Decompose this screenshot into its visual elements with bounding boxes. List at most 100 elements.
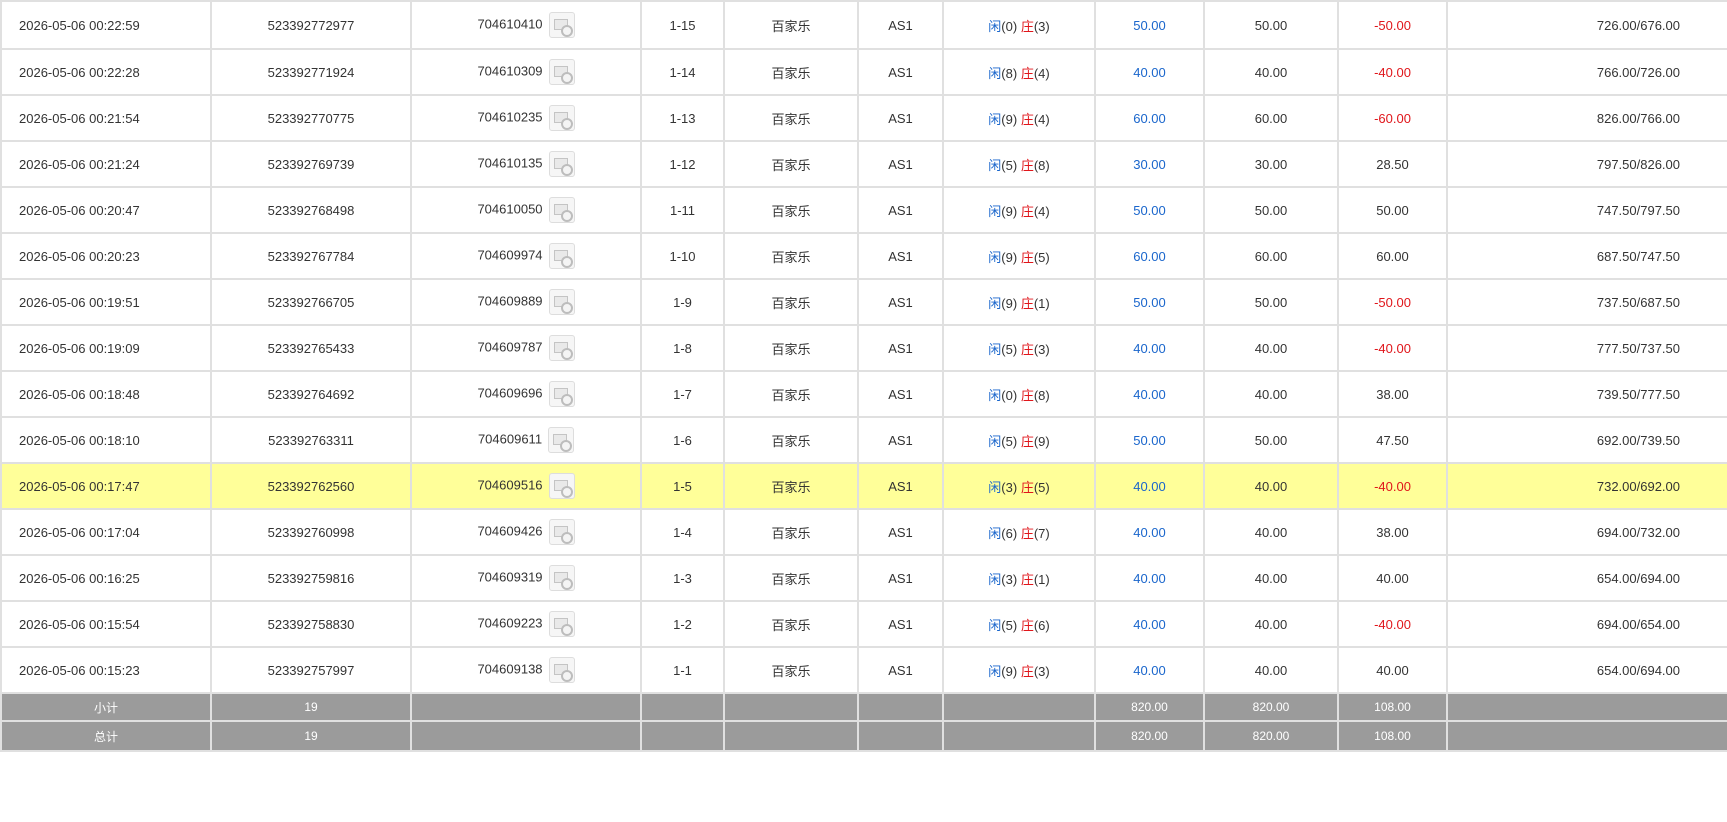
round-id-cell: 704610235 <box>410 94 642 142</box>
round-detail-icon[interactable] <box>548 289 575 315</box>
order-id: 523392764692 <box>267 386 355 402</box>
player-label: 闲 <box>988 571 1002 587</box>
bet-time: 2026-05-06 00:16:25 <box>19 570 140 586</box>
bet-amount: 60.00 <box>1133 248 1166 264</box>
table-row[interactable]: 2026-05-06 00:21:54 523392770775 7046102… <box>0 94 1727 142</box>
game-type: 百家乐 <box>771 249 811 265</box>
valid-bet-cell: 40.00 <box>1203 508 1339 556</box>
table-row[interactable]: 2026-05-06 00:15:23 523392757997 7046091… <box>0 646 1727 694</box>
table-code: AS1 <box>888 386 913 402</box>
order-id-cell: 523392767784 <box>210 232 412 280</box>
bet-amount-cell: 40.00 <box>1094 370 1205 418</box>
round-detail-icon[interactable] <box>548 381 575 407</box>
round-detail-icon[interactable] <box>548 519 575 545</box>
game-type-cell: 百家乐 <box>723 370 859 418</box>
round-id: 704610135 <box>477 155 543 171</box>
round-detail-icon[interactable] <box>548 335 575 361</box>
banker-label: 庄 <box>1020 617 1034 633</box>
table-row[interactable]: 2026-05-06 00:20:47 523392768498 7046100… <box>0 186 1727 234</box>
valid-bet: 40.00 <box>1254 524 1288 540</box>
table-row[interactable]: 2026-05-06 00:22:28 523392771924 7046103… <box>0 48 1727 96</box>
bet-amount-cell: 50.00 <box>1094 278 1205 326</box>
round-id-cell: 704609223 <box>410 600 642 648</box>
round-id: 704609223 <box>477 615 543 631</box>
bet-amount-cell: 50.00 <box>1094 0 1205 50</box>
table-code: AS1 <box>888 110 913 126</box>
win-loss: -60.00 <box>1374 110 1411 126</box>
banker-points: (5) <box>1033 479 1050 495</box>
game-type-cell: 百家乐 <box>723 94 859 142</box>
win-loss-cell: 47.50 <box>1337 416 1448 464</box>
table-row[interactable]: 2026-05-06 00:18:48 523392764692 7046096… <box>0 370 1727 418</box>
valid-bet-cell: 40.00 <box>1203 646 1339 694</box>
round-detail-icon[interactable] <box>548 105 575 131</box>
bet-time-cell: 2026-05-06 00:20:23 <box>0 232 212 280</box>
round-detail-icon[interactable] <box>548 59 575 85</box>
banker-points: (7) <box>1033 525 1050 541</box>
balance-change: 692.00/739.50 <box>1596 432 1680 448</box>
result-cell: 闲(9) 庄(4) <box>942 94 1096 142</box>
win-loss-cell: -50.00 <box>1337 278 1448 326</box>
shoe-round-cell: 1-9 <box>640 278 725 326</box>
round-id: 704610410 <box>477 16 543 32</box>
round-detail-icon[interactable] <box>548 427 575 453</box>
player-label: 闲 <box>988 65 1002 81</box>
order-id: 523392769739 <box>267 156 355 172</box>
round-id: 704609138 <box>477 661 543 677</box>
win-loss-cell: 40.00 <box>1337 646 1448 694</box>
shoe-round-cell: 1-6 <box>640 416 725 464</box>
bet-amount-cell: 50.00 <box>1094 186 1205 234</box>
shoe-round-cell: 1-1 <box>640 646 725 694</box>
bet-time: 2026-05-06 00:21:24 <box>19 156 140 172</box>
valid-bet-cell: 40.00 <box>1203 324 1339 372</box>
player-label: 闲 <box>988 157 1002 173</box>
table-code-cell: AS1 <box>857 140 944 188</box>
round-detail-icon[interactable] <box>548 151 575 177</box>
table-row[interactable]: 2026-05-06 00:19:51 523392766705 7046098… <box>0 278 1727 326</box>
bet-time: 2026-05-06 00:18:48 <box>19 386 140 402</box>
table-row[interactable]: 2026-05-06 00:16:25 523392759816 7046093… <box>0 554 1727 602</box>
game-type: 百家乐 <box>771 617 811 633</box>
balance-cell: 826.00/766.00 <box>1446 94 1727 142</box>
table-row[interactable]: 2026-05-06 00:19:09 523392765433 7046097… <box>0 324 1727 372</box>
result-cell: 闲(5) 庄(6) <box>942 600 1096 648</box>
table-row[interactable]: 2026-05-06 00:21:24 523392769739 7046101… <box>0 140 1727 188</box>
table-row[interactable]: 2026-05-06 00:17:47 523392762560 7046095… <box>0 462 1727 510</box>
table-row[interactable]: 2026-05-06 00:20:23 523392767784 7046099… <box>0 232 1727 280</box>
round-detail-icon[interactable] <box>548 473 575 499</box>
player-label: 闲 <box>988 111 1002 127</box>
round-detail-icon[interactable] <box>548 657 575 683</box>
shoe-round: 1-6 <box>673 432 692 448</box>
balance-change: 687.50/747.50 <box>1596 248 1680 264</box>
shoe-round-cell: 1-11 <box>640 186 725 234</box>
order-id-cell: 523392766705 <box>210 278 412 326</box>
banker-points: (5) <box>1033 249 1050 265</box>
round-detail-icon[interactable] <box>548 12 575 38</box>
total-label: 总计 <box>0 720 212 752</box>
table-row[interactable]: 2026-05-06 00:22:59 523392772977 7046104… <box>0 0 1727 50</box>
valid-bet: 40.00 <box>1254 662 1288 678</box>
game-type-cell: 百家乐 <box>723 416 859 464</box>
win-loss: 38.00 <box>1376 524 1409 540</box>
win-loss: -40.00 <box>1374 616 1411 632</box>
table-row[interactable]: 2026-05-06 00:18:10 523392763311 7046096… <box>0 416 1727 464</box>
round-detail-icon[interactable] <box>548 565 575 591</box>
table-code: AS1 <box>888 248 913 264</box>
banker-points: (4) <box>1033 65 1050 81</box>
table-row[interactable]: 2026-05-06 00:15:54 523392758830 7046092… <box>0 600 1727 648</box>
round-detail-icon[interactable] <box>548 197 575 223</box>
round-detail-icon[interactable] <box>548 611 575 637</box>
table-row[interactable]: 2026-05-06 00:17:04 523392760998 7046094… <box>0 508 1727 556</box>
balance-cell: 692.00/739.50 <box>1446 416 1727 464</box>
result-cell: 闲(0) 庄(3) <box>942 0 1096 50</box>
player-points: (5) <box>1001 433 1018 449</box>
round-id-cell: 704609138 <box>410 646 642 694</box>
player-label: 闲 <box>988 479 1002 495</box>
round-detail-icon[interactable] <box>548 243 575 269</box>
table-code-cell: AS1 <box>857 94 944 142</box>
win-loss-cell: 60.00 <box>1337 232 1448 280</box>
balance-change: 726.00/676.00 <box>1596 17 1680 33</box>
win-loss-cell: 28.50 <box>1337 140 1448 188</box>
shoe-round: 1-15 <box>669 17 696 33</box>
win-loss-cell: -40.00 <box>1337 48 1448 96</box>
